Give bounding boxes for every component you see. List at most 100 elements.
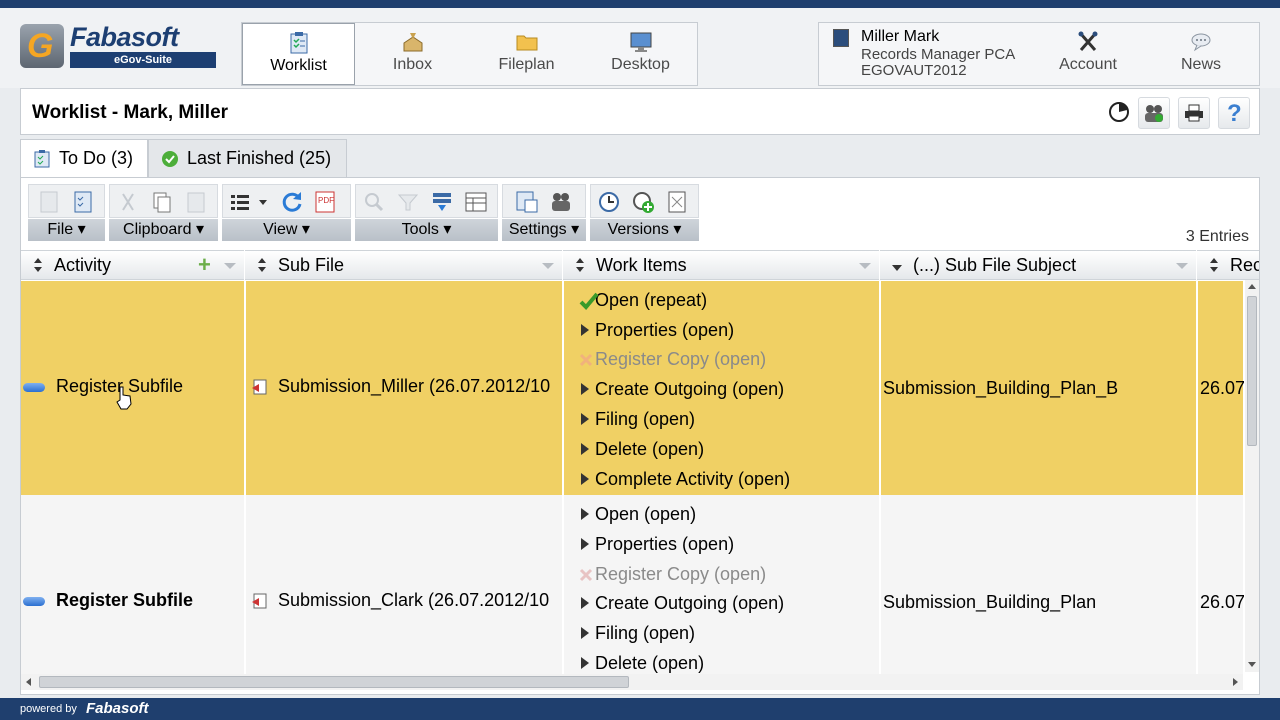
vertical-scroll-thumb[interactable] <box>1247 296 1257 446</box>
user-name[interactable]: Miller Mark <box>861 28 939 46</box>
nav-desktop[interactable]: Desktop <box>584 23 697 85</box>
horizontal-scrollbar[interactable] <box>21 674 1243 690</box>
column-header-subject[interactable]: (...) Sub File Subject <box>880 250 1196 280</box>
workitem-properties[interactable]: Properties (open) <box>573 315 734 345</box>
scroll-right-icon[interactable] <box>1233 678 1238 686</box>
account-button[interactable]: Account <box>1043 23 1133 85</box>
nav-inbox[interactable]: Inbox <box>356 23 469 85</box>
workitem-complete-activity[interactable]: Complete Activity (open) <box>573 464 790 494</box>
column-header-subfile[interactable]: Sub File <box>245 250 562 280</box>
column-header-activity[interactable]: Activity + <box>21 250 244 280</box>
workitem-filing[interactable]: Filing (open) <box>573 618 695 648</box>
cut-icon[interactable] <box>114 188 142 216</box>
header: G Fabasoft eGov-Suite Worklist Inbox Fil… <box>0 8 1280 88</box>
activity-cell[interactable]: Register Subfile <box>56 590 241 611</box>
user-avatar-icon <box>833 29 849 47</box>
new-icon[interactable] <box>35 188 63 216</box>
column-header-received[interactable]: Rec <box>1197 250 1260 280</box>
news-button[interactable]: News <box>1156 23 1246 85</box>
workitem-label: Open (repeat) <box>595 290 708 310</box>
workitem-label: Filing (open) <box>595 623 696 643</box>
toolbar-file-group: File ▾ <box>28 184 105 242</box>
search-icon[interactable] <box>360 188 388 216</box>
workitem-open-repeat[interactable]: Open (repeat) <box>573 285 707 315</box>
table-row[interactable]: Register Subfile Submission_Miller (26.0… <box>21 281 1244 495</box>
activity-cell[interactable]: Register Subfile <box>56 376 241 397</box>
file-menu[interactable]: File ▾ <box>28 219 105 241</box>
tab-last-finished[interactable]: Last Finished (25) <box>148 139 347 177</box>
versions-menu[interactable]: Versions ▾ <box>590 219 699 241</box>
footer-powered: powered by <box>20 703 77 715</box>
tools-menu[interactable]: Tools ▾ <box>355 219 498 241</box>
user-org-text: EGOVAUT2012 <box>861 62 967 79</box>
workitem-label: Properties (open) <box>595 534 735 554</box>
expand-arrow-icon <box>581 657 589 669</box>
workitem-label: Delete (open) <box>595 439 705 459</box>
sort-arrows-icon[interactable] <box>33 257 43 273</box>
scroll-down-icon[interactable] <box>1248 662 1256 667</box>
users-settings-icon[interactable] <box>547 188 575 216</box>
version-add-icon[interactable] <box>629 188 657 216</box>
workitem-open[interactable]: Open (open) <box>573 499 696 529</box>
add-column-icon[interactable]: + <box>198 251 211 279</box>
cross-icon <box>579 353 593 367</box>
workitem-create-outgoing[interactable]: Create Outgoing (open) <box>573 374 784 404</box>
column-menu-icon[interactable] <box>1176 263 1188 269</box>
sort-arrows-icon[interactable] <box>257 257 267 273</box>
column-menu-icon[interactable] <box>859 263 871 269</box>
vertical-scrollbar[interactable] <box>1245 280 1259 672</box>
print-button[interactable] <box>1178 97 1210 129</box>
workitem-properties[interactable]: Properties (open) <box>573 529 734 559</box>
version-document-icon[interactable] <box>663 188 691 216</box>
settings-menu[interactable]: Settings ▾ <box>502 219 586 241</box>
properties-icon[interactable] <box>69 188 97 216</box>
nav-label: Worklist <box>270 57 327 74</box>
version-clock-icon[interactable] <box>595 188 623 216</box>
workitem-create-outgoing[interactable]: Create Outgoing (open) <box>573 588 784 618</box>
workitem-filing[interactable]: Filing (open) <box>573 404 695 434</box>
scroll-left-icon[interactable] <box>26 678 31 686</box>
sort-arrows-icon[interactable] <box>575 257 585 273</box>
refresh-icon[interactable] <box>279 188 307 216</box>
scroll-up-icon[interactable] <box>1248 284 1256 289</box>
view-menu-label: View <box>263 221 298 238</box>
tab-todo[interactable]: To Do (3) <box>20 139 148 178</box>
copy-icon[interactable] <box>148 188 176 216</box>
nav-fileplan[interactable]: Fileplan <box>470 23 583 85</box>
top-strip <box>0 0 1280 8</box>
column-menu-icon[interactable] <box>542 263 554 269</box>
calendar-settings-icon[interactable] <box>513 188 541 216</box>
subfile-cell[interactable]: Submission_Miller (26.07.2012/10 <box>278 376 562 397</box>
list-view-icon[interactable] <box>227 188 271 216</box>
filter-icon[interactable] <box>394 188 422 216</box>
table-row[interactable]: Register Subfile Submission_Clark (26.07… <box>21 495 1244 674</box>
sort-arrows-icon[interactable] <box>1209 257 1219 273</box>
paste-icon[interactable] <box>182 188 210 216</box>
refresh-timer-icon[interactable] <box>1108 101 1130 123</box>
nav-worklist[interactable]: Worklist <box>242 23 355 85</box>
help-button[interactable]: ? <box>1218 97 1250 129</box>
footer-brand[interactable]: Fabasoft <box>86 700 149 717</box>
sort-descending-icon[interactable] <box>892 257 902 273</box>
workitem-register-copy: Register Copy (open) <box>573 344 766 374</box>
users-button[interactable] <box>1138 97 1170 129</box>
column-workitems-label: Work Items <box>596 255 687 275</box>
fabasoft-logo[interactable]: G Fabasoft eGov-Suite <box>20 22 216 76</box>
clipboard-menu[interactable]: Clipboard ▾ <box>109 219 218 241</box>
view-menu[interactable]: View ▾ <box>222 219 351 241</box>
clipboard-buttons <box>109 184 218 218</box>
column-header-workitems[interactable]: Work Items <box>563 250 879 280</box>
horizontal-scroll-thumb[interactable] <box>39 676 629 688</box>
column-received-label: Rec <box>1230 255 1260 275</box>
subfile-cell[interactable]: Submission_Clark (26.07.2012/10 <box>278 590 562 611</box>
workitem-delete[interactable]: Delete (open) <box>573 434 704 464</box>
table-settings-icon[interactable] <box>462 188 490 216</box>
worklist-panel: File ▾ Clipboard ▾ PDF View ▾ Tools ▾ Se… <box>20 177 1260 695</box>
column-divider <box>562 280 564 694</box>
column-menu-icon[interactable] <box>224 263 236 269</box>
status-pill-icon <box>23 597 45 606</box>
print-icon <box>1185 104 1203 122</box>
check-circle-icon <box>162 151 178 167</box>
export-icon[interactable] <box>428 188 456 216</box>
pdf-icon[interactable]: PDF <box>311 188 339 216</box>
